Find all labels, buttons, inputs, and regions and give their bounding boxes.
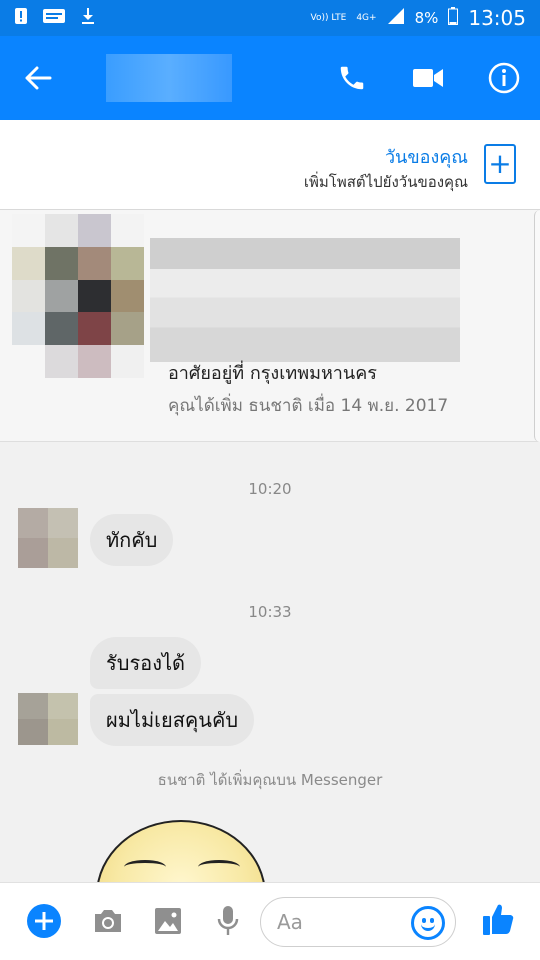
message-input[interactable]: Aa (260, 897, 456, 947)
plus-box-icon: + (488, 147, 512, 180)
phone-icon (340, 66, 364, 90)
your-day-subtitle: เพิ่มโพสต์ไปยังวันของคุณ (303, 173, 468, 191)
battery-icon (448, 7, 459, 29)
message-bubble[interactable]: ทักคับ (90, 514, 174, 566)
camera-button[interactable] (90, 903, 126, 939)
profile-location: อาศัยอยู่ที่ กรุงเทพมหานคร (168, 363, 377, 384)
message-input-placeholder: Aa (277, 910, 303, 934)
volte-indicator: Vo)) LTE (310, 12, 347, 23)
alert-icon (14, 7, 28, 29)
plus-circle-icon (27, 904, 61, 938)
profile-name-redacted (150, 238, 460, 362)
battery-percent: 8% (414, 9, 439, 27)
your-day-title: วันของคุณ (384, 147, 468, 168)
signal-icon (387, 8, 405, 28)
back-button[interactable] (18, 58, 58, 98)
profile-photo-pixelated[interactable] (12, 214, 144, 378)
call-button[interactable] (334, 60, 370, 96)
sticker-brow (198, 860, 240, 874)
card-edge (534, 210, 540, 442)
your-day-bar[interactable]: วันของคุณ เพิ่มโพสต์ไปยังวันของคุณ + (0, 120, 540, 210)
info-icon (488, 62, 520, 94)
video-icon (413, 69, 443, 87)
voice-button[interactable] (210, 903, 246, 939)
status-bar: Vo)) LTE 4G+ 8% 13:05 (0, 0, 540, 36)
emoji-icon[interactable] (411, 906, 445, 940)
download-icon (80, 7, 96, 29)
gallery-button[interactable] (150, 903, 186, 939)
webtoon-icon (42, 7, 66, 29)
camera-icon (95, 910, 121, 932)
more-button[interactable] (26, 903, 62, 939)
thumbs-up-icon (483, 904, 514, 935)
avatar[interactable] (18, 508, 78, 568)
network-type: 4G+ (356, 12, 377, 23)
arrow-left-icon (25, 66, 52, 90)
like-button[interactable] (480, 901, 516, 937)
contact-profile-card: อาศัยอยู่ที่ กรุงเทพมหานคร คุณได้เพิ่ม ธ… (0, 210, 540, 442)
sticker-brow (124, 860, 166, 874)
mic-icon (217, 906, 239, 935)
timestamp: 10:20 (248, 480, 292, 498)
profile-added-date: คุณได้เพิ่ม ธนชาติ เมื่อ 14 พ.ย. 2017 (168, 396, 449, 416)
message-composer: Aa (0, 882, 540, 960)
message-bubble[interactable]: รับรองได้ (90, 637, 202, 689)
video-call-button[interactable] (410, 60, 446, 96)
avatar[interactable] (18, 693, 78, 745)
message-bubble[interactable]: ผมไม่เยสคุนคับ (90, 694, 255, 746)
contact-name-redacted[interactable] (106, 54, 232, 102)
add-story-button[interactable]: + (484, 144, 516, 184)
info-button[interactable] (486, 60, 522, 96)
clock: 13:05 (468, 6, 526, 30)
image-icon (155, 908, 181, 934)
timestamp: 10:33 (248, 603, 292, 621)
conversation-header (0, 36, 540, 120)
system-message: ธนชาติ ได้เพิ่มคุณบน Messenger (157, 771, 383, 789)
